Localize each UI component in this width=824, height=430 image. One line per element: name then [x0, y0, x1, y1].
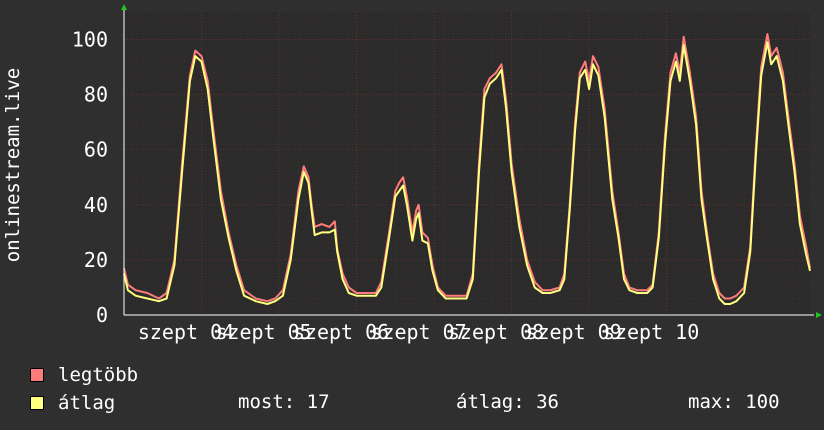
legend-item-atlag: átlag — [30, 392, 115, 414]
y-tick-label: 40 — [84, 193, 108, 217]
y-axis-title: onlinestream.live — [2, 68, 24, 262]
x-tick-label: szept 10 — [603, 320, 699, 344]
legend-swatch-atlag — [30, 396, 44, 410]
legend-label-atlag: átlag — [58, 392, 116, 414]
y-axis-arrow — [121, 4, 127, 10]
stat-current: most: 17 — [238, 391, 330, 413]
x-axis-arrow — [816, 312, 822, 318]
legend-swatch-legtobb — [30, 368, 44, 382]
y-tick-label: 100 — [72, 28, 108, 52]
y-tick-label: 0 — [96, 303, 108, 327]
stat-average: átlag: 36 — [456, 391, 559, 413]
stat-max: max: 100 — [688, 391, 780, 413]
y-tick-label: 80 — [84, 83, 108, 107]
y-tick-label: 60 — [84, 138, 108, 162]
y-tick-label: 20 — [84, 248, 108, 272]
chart: 020406080100onlinestream.liveszept 04sze… — [2, 4, 822, 344]
plot-area — [124, 12, 810, 315]
legend-label-legtobb: legtöbb — [58, 364, 139, 386]
legend-item-legtobb: legtöbb — [30, 364, 138, 386]
